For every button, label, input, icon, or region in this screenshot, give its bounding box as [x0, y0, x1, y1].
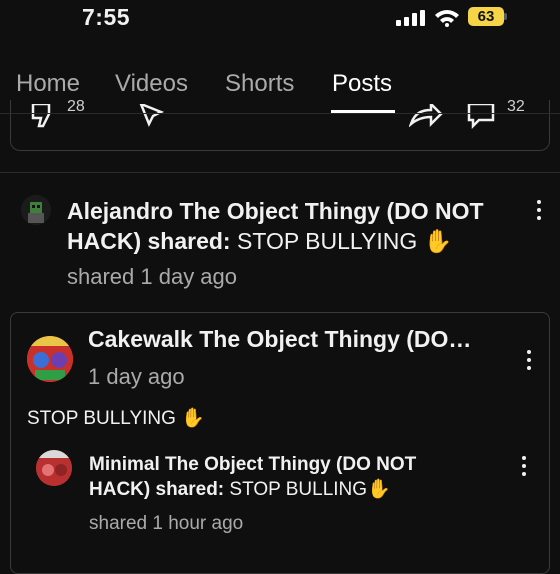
avatar-image	[21, 195, 51, 225]
share-icon[interactable]	[139, 104, 165, 128]
tab-posts[interactable]: Posts	[332, 70, 392, 98]
nested-post-time: shared 1 hour ago	[89, 513, 244, 534]
channel-avatar-image	[27, 336, 73, 382]
avatar[interactable]	[21, 195, 51, 225]
more-vert-icon[interactable]	[520, 456, 528, 480]
nested-post-header[interactable]: Minimal The Object Thingy (DO NOT HACK) …	[89, 452, 469, 536]
shared-post-header[interactable]: Alejandro The Object Thingy (DO NOT HACK…	[67, 196, 515, 292]
original-post-channel[interactable]: Cakewalk The Object Thingy (DO…	[88, 326, 498, 353]
avatar[interactable]	[27, 336, 73, 382]
battery-indicator: 63	[468, 7, 504, 26]
signal-icon	[396, 10, 425, 26]
wifi-icon	[435, 10, 459, 27]
shared-post-title: STOP BULLYING ✋	[236, 228, 453, 254]
battery-cap	[504, 13, 507, 20]
share-icon[interactable]	[409, 104, 443, 128]
shared-post-action: shared:	[147, 228, 231, 254]
shared-post-time: shared 1 day ago	[67, 264, 238, 289]
nested-post-title: STOP BULLING✋	[229, 479, 391, 500]
post-divider	[0, 172, 560, 173]
more-vert-icon[interactable]	[525, 350, 533, 374]
tab-shorts[interactable]: Shorts	[225, 70, 294, 98]
more-vert-icon[interactable]	[535, 200, 543, 224]
avatar[interactable]	[36, 450, 72, 486]
comment-icon[interactable]	[467, 104, 495, 130]
nested-post-action: shared:	[155, 479, 225, 500]
original-post-text: STOP BULLYING ✋	[27, 408, 205, 429]
original-post-time: 1 day ago	[88, 364, 185, 389]
tab-home[interactable]: Home	[16, 70, 80, 98]
nested-avatar-image	[36, 450, 72, 486]
dislike-icon[interactable]	[29, 104, 55, 128]
tabs-divider	[0, 113, 560, 114]
previous-post-card: 28 32	[10, 100, 550, 151]
status-time: 7:55	[82, 4, 131, 30]
tab-videos[interactable]: Videos	[115, 70, 188, 98]
